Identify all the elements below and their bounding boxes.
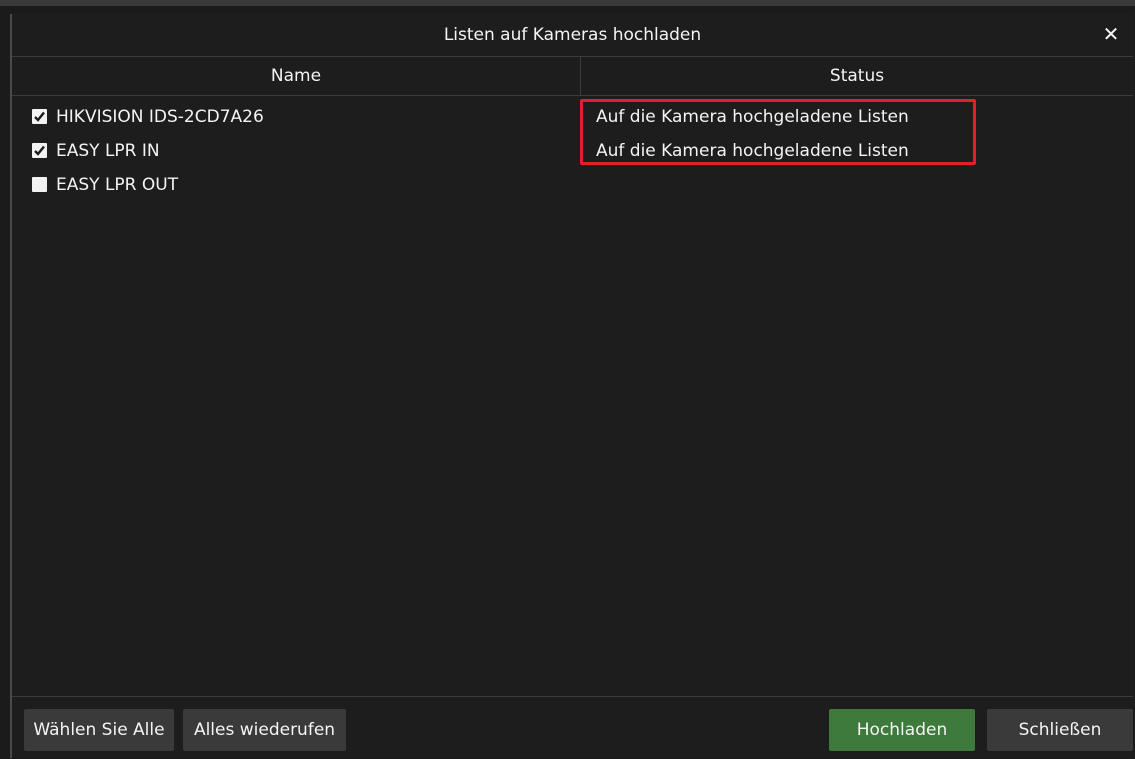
camera-status: Auf die Kamera hochgeladene Listen: [596, 141, 909, 161]
dialog-footer: Wählen Sie Alle Alles wiederufen Hochlad…: [12, 696, 1133, 759]
window-top-strip: [0, 0, 1135, 6]
table-row[interactable]: EASY LPR OUT: [12, 168, 1133, 202]
recall-all-button[interactable]: Alles wiederufen: [183, 709, 346, 751]
checkbox[interactable]: [32, 143, 47, 158]
dialog-titlebar: Listen auf Kameras hochladen ✕: [12, 14, 1133, 57]
checkmark-icon: [34, 111, 45, 122]
camera-status: Auf die Kamera hochgeladene Listen: [596, 107, 909, 127]
close-button[interactable]: Schließen: [987, 709, 1133, 751]
camera-list: HIKVISION IDS-2CD7A26 Auf die Kamera hoc…: [12, 100, 1133, 202]
camera-name: EASY LPR OUT: [56, 175, 179, 195]
checkmark-icon: [34, 145, 45, 156]
camera-name: HIKVISION IDS-2CD7A26: [56, 107, 264, 127]
column-header-status[interactable]: Status: [581, 57, 1133, 95]
table-row[interactable]: EASY LPR IN Auf die Kamera hochgeladene …: [12, 134, 1133, 168]
checkbox[interactable]: [32, 177, 47, 192]
close-icon[interactable]: ✕: [1097, 20, 1125, 48]
camera-name: EASY LPR IN: [56, 141, 160, 161]
select-all-button[interactable]: Wählen Sie Alle: [24, 709, 174, 751]
upload-lists-dialog: Listen auf Kameras hochladen ✕ Name Stat…: [10, 14, 1133, 758]
table-row[interactable]: HIKVISION IDS-2CD7A26 Auf die Kamera hoc…: [12, 100, 1133, 134]
dialog-title: Listen auf Kameras hochladen: [443, 25, 702, 45]
checkbox[interactable]: [32, 109, 47, 124]
upload-button[interactable]: Hochladen: [829, 709, 975, 751]
column-header-name[interactable]: Name: [12, 57, 581, 95]
table-header: Name Status: [12, 57, 1133, 96]
